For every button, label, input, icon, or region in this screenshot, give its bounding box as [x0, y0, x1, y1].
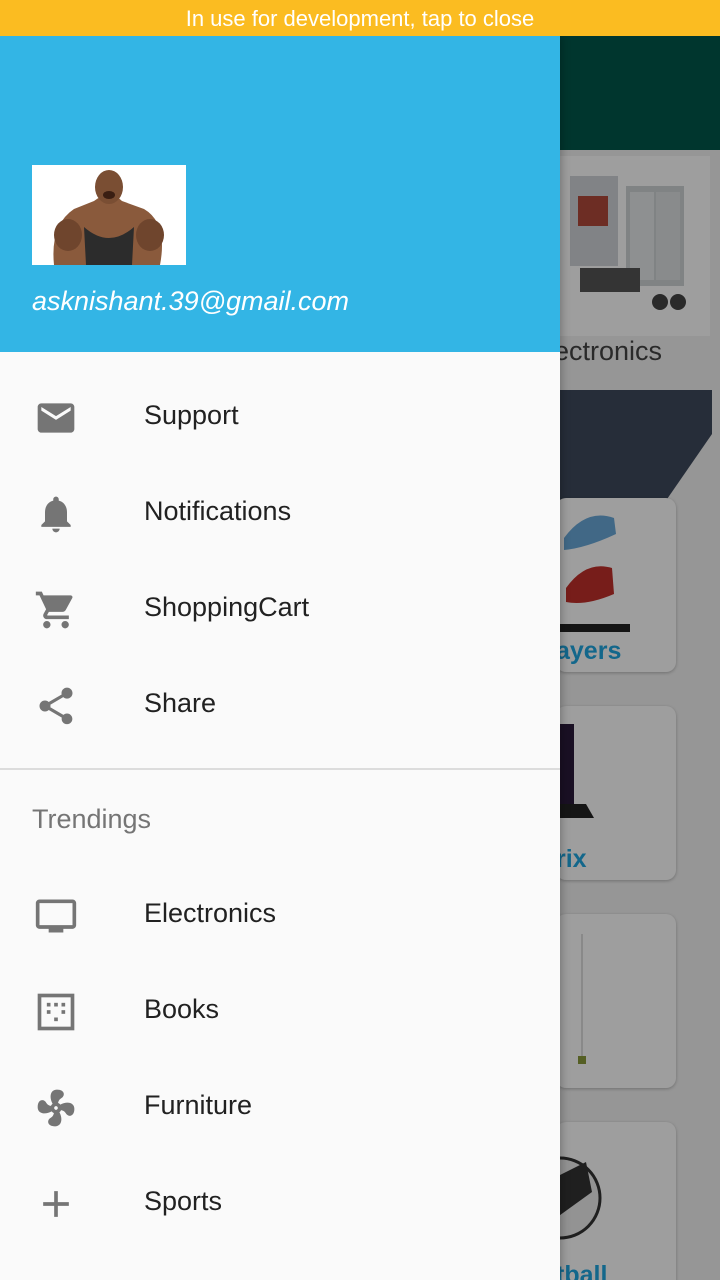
- menu-item-label: Sports: [144, 1186, 223, 1216]
- drawer-header: asknishant.39@gmail.com: [0, 36, 560, 352]
- menu-item-label: ShoppingCart: [144, 592, 310, 622]
- section-header-trendings: Trendings: [32, 804, 152, 834]
- menu-item-sports[interactable]: Sports: [0, 1155, 560, 1251]
- tv-icon: [34, 894, 78, 938]
- avatar[interactable]: [32, 165, 186, 265]
- menu-item-label: Share: [144, 688, 217, 718]
- dev-mode-banner[interactable]: In use for development, tap to close: [0, 0, 720, 36]
- menu-item-label: Books: [144, 994, 220, 1024]
- menu-item-label: Notifications: [144, 496, 292, 526]
- bell-icon: [34, 492, 78, 536]
- plus-icon: [34, 1182, 78, 1226]
- menu-item-notifications[interactable]: Notifications: [0, 465, 560, 561]
- menu-item-label: Electronics: [144, 898, 277, 928]
- menu-item-shopping-cart[interactable]: ShoppingCart: [0, 561, 560, 657]
- user-email: asknishant.39@gmail.com: [32, 286, 350, 316]
- share-icon: [34, 684, 78, 728]
- cart-icon: [34, 588, 78, 632]
- fan-icon: [34, 1086, 78, 1130]
- menu-item-label: Support: [144, 400, 239, 430]
- mail-icon: [34, 396, 78, 440]
- dots-grid-icon: [34, 990, 78, 1034]
- menu-item-support[interactable]: Support: [0, 369, 560, 465]
- menu-item-label: Furniture: [144, 1090, 253, 1120]
- divider: [0, 768, 560, 770]
- menu-item-electronics[interactable]: Electronics: [0, 867, 560, 963]
- menu-item-books[interactable]: Books: [0, 963, 560, 1059]
- navigation-drawer: asknishant.39@gmail.com Support Notifica…: [0, 36, 560, 1280]
- menu-item-furniture[interactable]: Furniture: [0, 1059, 560, 1155]
- menu-item-share[interactable]: Share: [0, 657, 560, 753]
